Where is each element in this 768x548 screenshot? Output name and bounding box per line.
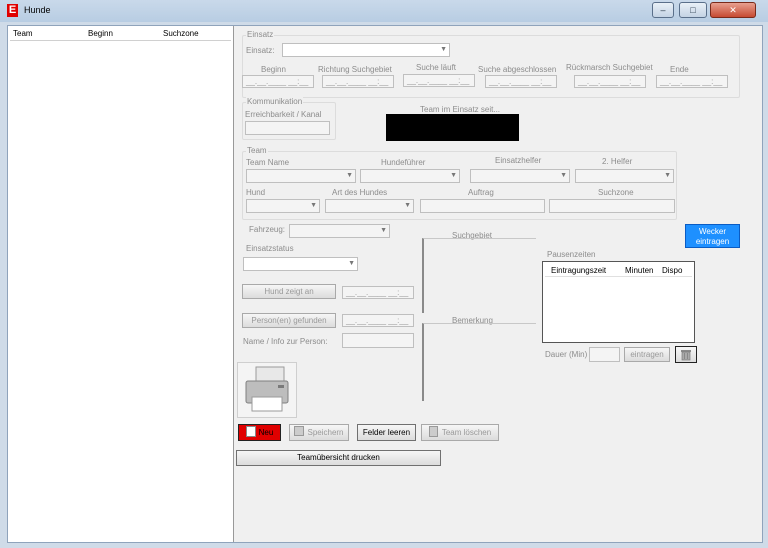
form-client-area: Team Beginn Suchzone Einsatz Einsatz: ▼ … xyxy=(7,25,763,543)
chevron-down-icon: ▼ xyxy=(404,202,411,209)
zweiter-helfer-dropdown[interactable]: ▼ xyxy=(575,169,674,183)
dauer-label: Dauer (Min) xyxy=(545,350,588,359)
einsatzstatus-label: Einsatzstatus xyxy=(246,244,294,253)
team-einsatz-timer-display xyxy=(386,114,519,141)
suchgebiet-field[interactable] xyxy=(422,238,536,313)
hund-zeigt-an-button[interactable]: Hund zeigt an xyxy=(242,284,336,299)
kommunikation-group-label: Kommunikation xyxy=(246,97,304,106)
chevron-down-icon: ▼ xyxy=(346,172,353,179)
speichern-button[interactable]: Speichern xyxy=(289,424,349,441)
beginn-time-field[interactable]: __.__.____ __:__ xyxy=(242,75,314,88)
wecker-eintragen-button[interactable]: Wecker eintragen xyxy=(685,224,740,248)
dauer-field[interactable] xyxy=(589,347,620,362)
suchzone-field[interactable] xyxy=(549,199,675,213)
person-gefunden-time-field[interactable]: __.__.____ __:__ xyxy=(342,314,414,327)
fahrzeug-dropdown[interactable]: ▼ xyxy=(289,224,390,238)
column-header-team[interactable]: Team xyxy=(13,29,33,38)
art-des-hundes-label: Art des Hundes xyxy=(332,188,388,197)
name-info-field[interactable] xyxy=(342,333,414,348)
save-icon xyxy=(294,426,305,436)
column-header-beginn[interactable]: Beginn xyxy=(88,29,113,38)
title-bar: E Hunde ‒ □ ✕ xyxy=(0,0,768,22)
trash-icon xyxy=(428,426,438,437)
einsatzhelfer-label: Einsatzhelfer xyxy=(495,156,542,165)
einsatzhelfer-dropdown[interactable]: ▼ xyxy=(470,169,570,183)
suche-laeuft-time-field[interactable]: __.__.____ __:__ xyxy=(403,74,475,87)
hund-label: Hund xyxy=(246,188,266,197)
column-header-minuten[interactable]: Minuten xyxy=(625,266,653,275)
pausen-header-divider xyxy=(545,276,692,277)
richtung-suchgebiet-label: Richtung Suchgebiet xyxy=(318,65,392,74)
chevron-down-icon: ▼ xyxy=(440,46,447,53)
pausenzeiten-list[interactable]: Eintragungszeit Minuten Dispo xyxy=(542,261,695,343)
team-loeschen-button[interactable]: Team löschen xyxy=(421,424,499,441)
hund-zeigt-an-time-field[interactable]: __.__.____ __:__ xyxy=(342,286,414,299)
suche-abgeschlossen-time-field[interactable]: __.__.____ __:__ xyxy=(485,75,557,88)
ende-time-field[interactable]: __.__.____ __:__ xyxy=(656,75,728,88)
auftrag-label: Auftrag xyxy=(468,188,494,197)
hundefuehrer-dropdown[interactable]: ▼ xyxy=(360,169,460,183)
chevron-down-icon: ▼ xyxy=(380,227,387,234)
column-header-dispo[interactable]: Dispo xyxy=(662,266,682,275)
einsatz-dropdown[interactable]: ▼ xyxy=(282,43,450,57)
suchzone-label: Suchzone xyxy=(598,188,634,197)
name-info-label: Name / Info zur Person: xyxy=(243,337,328,346)
team-list[interactable]: Team Beginn Suchzone xyxy=(8,26,234,542)
art-des-hundes-dropdown[interactable]: ▼ xyxy=(325,199,414,213)
einsatz-group-label: Einsatz xyxy=(246,30,275,39)
richtung-time-field[interactable]: __.__.____ __:__ xyxy=(322,75,394,88)
list-header-divider xyxy=(10,40,231,41)
app-window: E Hunde ‒ □ ✕ Team Beginn Suchzone Einsa… xyxy=(0,0,768,548)
rueckmarsch-time-field[interactable]: __.__.____ __:__ xyxy=(574,75,646,88)
printer-picture[interactable] xyxy=(237,362,297,418)
printer-icon xyxy=(245,366,289,412)
einsatzstatus-dropdown[interactable]: ▼ xyxy=(243,257,358,271)
rueckmarsch-label: Rückmarsch Suchgebiet xyxy=(566,63,653,72)
chevron-down-icon: ▼ xyxy=(348,260,355,267)
teamuebersicht-drucken-button[interactable]: Teamübersicht drucken xyxy=(236,450,441,466)
einsatz-label: Einsatz: xyxy=(246,46,275,55)
chevron-down-icon: ▼ xyxy=(450,172,457,179)
pause-delete-button[interactable] xyxy=(675,346,697,363)
felder-leeren-button[interactable]: Felder leeren xyxy=(357,424,416,441)
trash-icon xyxy=(681,350,691,361)
column-header-eintragungszeit[interactable]: Eintragungszeit xyxy=(551,266,606,275)
pausenzeiten-label: Pausenzeiten xyxy=(547,250,596,259)
neu-button[interactable]: Neu xyxy=(238,424,281,441)
team-name-dropdown[interactable]: ▼ xyxy=(246,169,356,183)
chevron-down-icon: ▼ xyxy=(310,202,317,209)
chevron-down-icon: ▼ xyxy=(560,172,567,179)
new-document-icon xyxy=(245,426,256,437)
erreichbarkeit-field[interactable] xyxy=(245,121,330,135)
speichern-button-label: Speichern xyxy=(307,428,344,437)
ende-label: Ende xyxy=(670,65,689,74)
bemerkung-field[interactable] xyxy=(422,323,536,401)
pause-eintragen-button[interactable]: eintragen xyxy=(624,347,670,362)
neu-button-label: Neu xyxy=(258,428,274,437)
chevron-down-icon: ▼ xyxy=(664,172,671,179)
zweiter-helfer-label: 2. Helfer xyxy=(602,157,633,166)
maximize-button[interactable]: □ xyxy=(679,2,707,18)
team-loeschen-button-label: Team löschen xyxy=(441,428,492,437)
person-gefunden-button[interactable]: Person(en) gefunden xyxy=(242,313,336,328)
column-header-suchzone[interactable]: Suchzone xyxy=(163,29,199,38)
auftrag-field[interactable] xyxy=(420,199,545,213)
team-im-einsatz-seit-label: Team im Einsatz seit... xyxy=(420,105,501,114)
hundefuehrer-label: Hundeführer xyxy=(381,158,426,167)
erreichbarkeit-label: Erreichbarkeit / Kanal xyxy=(245,110,322,119)
close-button[interactable]: ✕ xyxy=(710,2,756,18)
window-title: Hunde xyxy=(24,5,51,15)
fahrzeug-label: Fahrzeug: xyxy=(249,225,286,234)
team-group-label: Team xyxy=(246,146,268,155)
team-name-label: Team Name xyxy=(246,158,290,167)
app-icon: E xyxy=(7,4,18,17)
beginn-label: Beginn xyxy=(261,65,286,74)
hund-dropdown[interactable]: ▼ xyxy=(246,199,320,213)
suche-laeuft-label: Suche läuft xyxy=(416,63,457,72)
minimize-button[interactable]: ‒ xyxy=(652,2,674,18)
suche-abgeschlossen-label: Suche abgeschlossen xyxy=(478,65,557,74)
